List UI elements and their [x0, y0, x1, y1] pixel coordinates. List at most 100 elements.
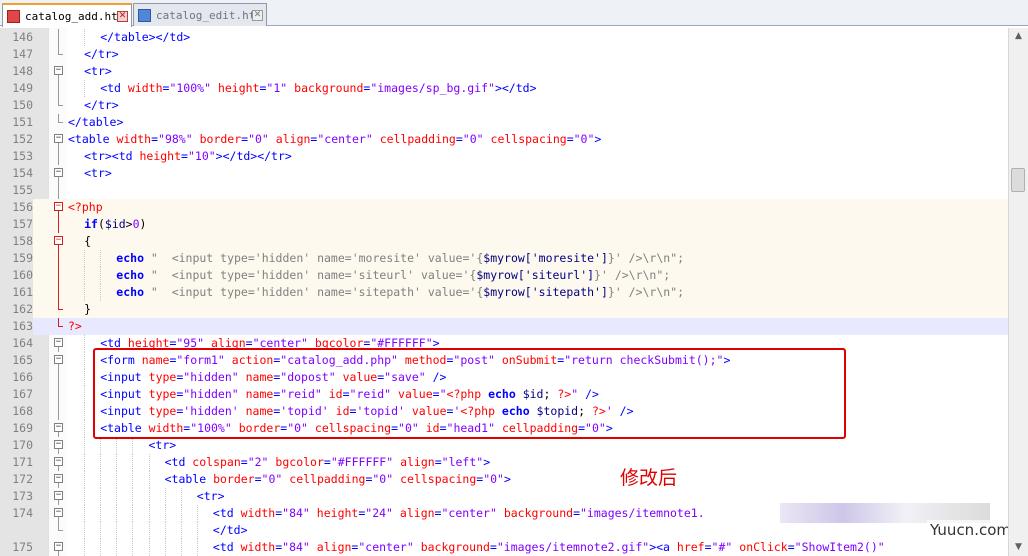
- code-line[interactable]: 175 − <td width = "84" align = "center" backgr…: [0, 539, 1008, 556]
- indent-guide: [84, 369, 86, 386]
- code-token: >: [432, 336, 440, 350]
- code-token: "center": [441, 506, 497, 520]
- code-line[interactable]: 149 <td width="100%" height="1" backgroun…: [0, 80, 1008, 97]
- code-token: width: [240, 506, 276, 520]
- code-line[interactable]: 151 </table>: [0, 114, 1008, 131]
- fold-toggle-icon[interactable]: −: [54, 423, 63, 432]
- code-line[interactable]: 170 − <tr>: [0, 437, 1008, 454]
- code-line[interactable]: 171− <td colspan="2" bgcolor="#FFFFFF" al…: [0, 454, 1008, 471]
- file-icon: [7, 9, 20, 23]
- fold-toggle-icon[interactable]: −: [54, 202, 63, 211]
- code-token: align: [399, 506, 435, 520]
- code-line[interactable]: 155: [0, 182, 1008, 199]
- code-line[interactable]: 169− <table width="100%" border="0" cells…: [0, 420, 1008, 437]
- code-token: {: [84, 234, 92, 248]
- code-text: <tr>: [197, 488, 225, 505]
- line-number: 146: [12, 30, 33, 44]
- code-token: >: [503, 472, 511, 486]
- code-text: </td>: [213, 522, 248, 539]
- code-line[interactable]: 158 − {: [0, 233, 1008, 250]
- code-line[interactable]: 154 − <tr>: [0, 165, 1008, 182]
- fold-toggle-icon[interactable]: −: [54, 508, 63, 517]
- code-text: {: [84, 233, 91, 250]
- code-line[interactable]: 167 <input type="hidden" name="reid" id="…: [0, 386, 1008, 403]
- fold-toggle-icon[interactable]: −: [54, 457, 63, 466]
- code-token: ": [439, 387, 447, 401]
- code-token: width: [127, 81, 163, 95]
- code-token: <?php: [446, 387, 482, 401]
- code-line[interactable]: 160 echo " <input type='hidden' name='sit…: [0, 267, 1008, 284]
- tab-catalog-edit[interactable]: catalog_edit.htm ✕: [133, 3, 267, 26]
- code-line[interactable]: 163 ?>: [0, 318, 1008, 335]
- code-line[interactable]: 147 </tr>: [0, 46, 1008, 63]
- fold-toggle-icon[interactable]: −: [54, 134, 63, 143]
- code-line[interactable]: 162}: [0, 301, 1008, 318]
- code-token: cellspacing: [400, 472, 477, 486]
- code-editor[interactable]: 146 </table></td> 147 </tr> 148− <tr> 149 <td w…: [0, 28, 1008, 556]
- line-number: 148: [12, 64, 33, 78]
- code-line[interactable]: 146 </table></td>: [0, 29, 1008, 46]
- code-token: =: [151, 132, 159, 146]
- code-line[interactable]: 153 <tr><td height="10"></td></tr>: [0, 148, 1008, 165]
- code-token: type: [148, 370, 177, 384]
- fold-toggle-icon[interactable]: −: [54, 491, 63, 500]
- indent-guide: [116, 488, 118, 505]
- fold-toggle-icon[interactable]: −: [54, 440, 63, 449]
- indent-guide: [84, 80, 86, 97]
- code-line[interactable]: 156 − <?php: [0, 199, 1008, 216]
- code-line[interactable]: 152− <table width="98%" border="0" align=…: [0, 131, 1008, 148]
- code-line[interactable]: 166 <input type="hidden" name="dopost" va…: [0, 369, 1008, 386]
- indent-guide: [84, 335, 86, 352]
- code-token: <tr>: [148, 438, 177, 452]
- fold-toggle-icon[interactable]: −: [54, 474, 63, 483]
- fold-toggle-icon[interactable]: −: [54, 338, 63, 347]
- code-text: <tr><td height="10"></td></tr>: [84, 148, 292, 165]
- code-token: id: [328, 387, 343, 401]
- code-line[interactable]: 150 </tr>: [0, 97, 1008, 114]
- close-icon[interactable]: ✕: [252, 9, 263, 21]
- code-line[interactable]: 172− <table border="0" cellpadding="0" ce…: [0, 471, 1008, 488]
- code-token: "save": [384, 370, 426, 384]
- code-token: 0: [132, 217, 140, 231]
- fold-toggle-icon[interactable]: −: [54, 66, 63, 75]
- code-token: />: [425, 370, 447, 384]
- code-token: background: [420, 540, 490, 554]
- code-token: }' />\r\n";: [607, 285, 685, 299]
- line-number: 164: [12, 336, 33, 350]
- code-line[interactable]: 148 − <tr>: [0, 63, 1008, 80]
- indent-guide: [100, 454, 102, 471]
- fold-toggle-icon[interactable]: −: [54, 542, 63, 551]
- code-token: </tr>: [84, 47, 119, 61]
- scrollbar-thumb[interactable]: [1011, 168, 1025, 192]
- code-line[interactable]: 165 − <form name="form1" action="catalog_a…: [0, 352, 1008, 369]
- scroll-up-icon[interactable]: ▲: [1012, 30, 1025, 43]
- fold-toggle-icon[interactable]: −: [54, 355, 63, 364]
- code-token: "center": [317, 132, 373, 146]
- code-token: "return checkSubmit();": [564, 353, 724, 367]
- code-token: <input: [100, 370, 149, 384]
- code-line[interactable]: 157 if($id>0): [0, 216, 1008, 233]
- code-token: height: [217, 81, 260, 95]
- fold-toggle-icon[interactable]: −: [54, 236, 63, 245]
- line-number: 157: [0, 216, 33, 233]
- code-line[interactable]: 159 echo " <input type='hidden' name='mor…: [0, 250, 1008, 267]
- fold-toggle-icon[interactable]: −: [54, 168, 63, 177]
- scroll-down-icon[interactable]: ▼: [1012, 541, 1025, 554]
- code-line[interactable]: 164− <td height="95" align="center" bgcol…: [0, 335, 1008, 352]
- code-line[interactable]: </td>: [0, 522, 1008, 539]
- indent-guide: [164, 522, 167, 539]
- line-number: 151: [12, 115, 33, 129]
- code-text: </table>: [68, 114, 123, 131]
- code-line[interactable]: 161 echo " <input type='hidden' name='sit…: [0, 284, 1008, 301]
- close-icon[interactable]: ✕: [117, 10, 128, 22]
- tab-catalog-add[interactable]: catalog_add.htm ✕: [2, 3, 132, 27]
- line-number: 173: [12, 489, 33, 503]
- code-line[interactable]: 168 <input type='hidden' name='topid' id=…: [0, 403, 1008, 420]
- code-token: }' />\r\n";: [594, 268, 671, 282]
- vertical-scrollbar[interactable]: ▲ ▼: [1008, 28, 1028, 556]
